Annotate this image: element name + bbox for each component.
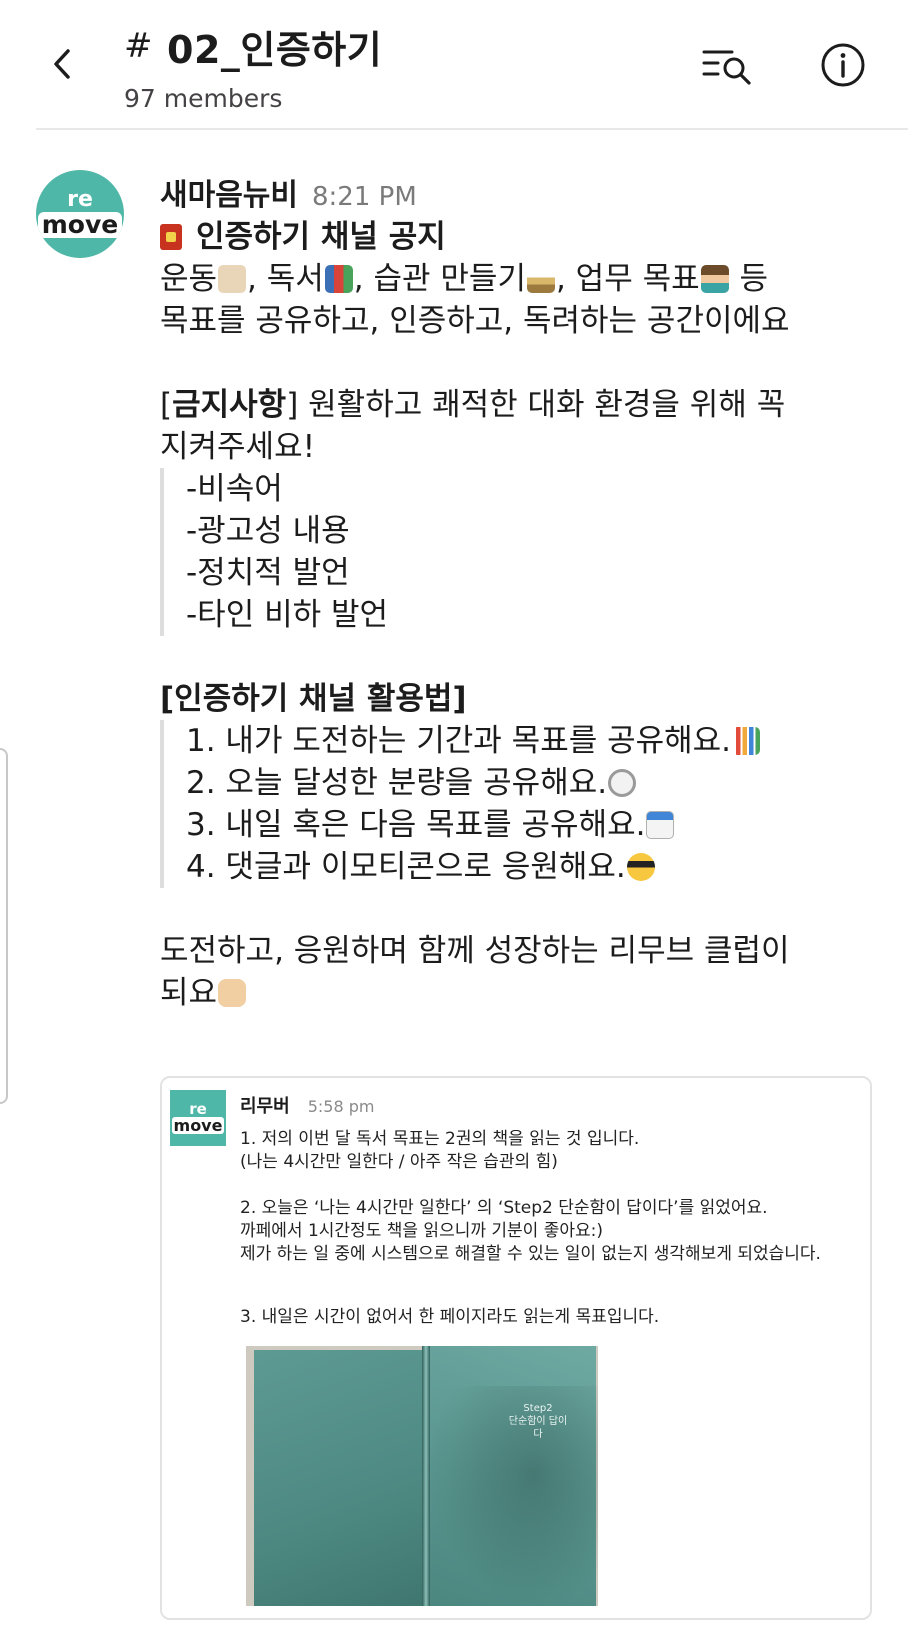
- technologist-emoji-icon: [700, 265, 729, 293]
- rules-quote-block: -비속어 -광고성 내용 -정치적 발언 -타인 비하 발언: [160, 468, 880, 636]
- attachment-line: 1. 저의 이번 달 독서 목표는 2권의 책을 읽는 것 입니다.: [240, 1129, 640, 1149]
- calendar-emoji-icon: [646, 811, 675, 839]
- channel-title-area[interactable]: # 02_인증하기 97 members: [124, 20, 382, 113]
- message-text: 인증하기 채널 공지 운동 , 독서 , 습관 만들기 , 업무 목표 등 목표를 공…: [160, 216, 880, 1014]
- rules-bracket: [: [160, 387, 173, 423]
- back-chevron-icon: [54, 49, 70, 79]
- attachment-line: 3. 내일은 시간이 없어서 한 페이지라도 읽는게 목표입니다.: [240, 1307, 660, 1327]
- channel-name: 02_인증하기: [167, 27, 383, 72]
- attachment-line: 2. 오늘은 ‘나는 4시간만 일한다’ 의 ‘Step2 단순함이 답이다’를…: [240, 1198, 768, 1218]
- rules-item: -정치적 발언: [186, 555, 350, 591]
- rules-heading-line-2: 지켜주세요!: [160, 429, 316, 465]
- message-author[interactable]: 새마음뉴비: [160, 170, 298, 214]
- message-timestamp: 8:21 PM: [312, 182, 417, 212]
- usage-item-text: 1. 내가 도전하는 기간과 목표를 공유해요.: [186, 723, 732, 759]
- closing-text: 되요: [160, 975, 218, 1011]
- attachment-text: 1. 저의 이번 달 독서 목표는 2권의 책을 읽는 것 입니다. (나는 4…: [240, 1128, 860, 1329]
- attachment-line: 제가 하는 일 중에 시스템으로 해결할 수 있는 일이 없는지 생각해보게 되…: [240, 1244, 821, 1264]
- attachment-line: (나는 4시간만 일한다 / 아주 작은 습관의 힘): [240, 1152, 558, 1172]
- attachment-avatar-bottom: move: [171, 1116, 225, 1135]
- header-divider: [36, 128, 908, 130]
- intro-reading: , 독서: [247, 261, 324, 297]
- message[interactable]: 새마음뉴비 8:21 PM 인증하기 채널 공지 운동 , 독서 , 습관 만들기,…: [160, 170, 880, 1014]
- book-photo: Step2 단순함이 답이다: [246, 1346, 598, 1606]
- closing-line-2: 되요: [160, 972, 880, 1014]
- book-left-page: [254, 1350, 426, 1606]
- channel-hash: #: [124, 26, 153, 66]
- usage-item-text: 4. 댓글과 이모티콘으로 응원해요.: [186, 849, 626, 885]
- rules-heading: [금지사항] 원활하고 쾌적한 대화 환경을 위해 꼭: [160, 384, 880, 426]
- notice-board-icon: [160, 224, 182, 250]
- usage-item-text: 2. 오늘 달성한 분량을 공유해요.: [186, 765, 608, 801]
- attachment-line: 까페에서 1시간정도 책을 읽으니까 기분이 좋아요:): [240, 1221, 603, 1241]
- attached-image[interactable]: re move 리무버 5:58 pm 1. 저의 이번 달 독서 목표는 2권…: [160, 1076, 872, 1620]
- intro-habit: , 습관 만들기: [353, 261, 526, 297]
- avatar-text-bottom: move: [37, 212, 123, 238]
- usage-item: 3. 내일 혹은 다음 목표를 공유해요.: [186, 804, 880, 846]
- attachment-header: 리무버 5:58 pm: [240, 1092, 374, 1118]
- avatar[interactable]: re move: [36, 170, 124, 258]
- intro-line-1: 운동 , 독서 , 습관 만들기 , 업무 목표 등: [160, 258, 880, 300]
- book-step-label: Step2: [523, 1403, 553, 1414]
- bed-emoji-icon: [526, 265, 555, 293]
- rules-heading-bold: 금지사항: [172, 387, 287, 423]
- channel-title[interactable]: # 02_인증하기: [124, 20, 382, 72]
- channel-info-button[interactable]: [818, 40, 868, 90]
- usage-item: 4. 댓글과 이모티콘으로 응원해요.: [186, 846, 880, 888]
- intro-line-2: 목표를 공유하고, 인증하고, 독려하는 공간이에요: [160, 303, 790, 339]
- attachment-avatar: re move: [170, 1090, 226, 1146]
- attachment-time: 5:58 pm: [307, 1097, 375, 1116]
- search-in-channel-icon: [702, 50, 751, 85]
- intro-etc: 등: [729, 261, 768, 297]
- back-button[interactable]: [40, 42, 84, 86]
- usage-item: 1. 내가 도전하는 기간과 목표를 공유해요.: [186, 720, 880, 762]
- books-emoji-icon: [324, 265, 353, 293]
- intro-exercise: 운동: [160, 261, 218, 297]
- usage-heading: [인증하기 채널 활용법]: [160, 681, 467, 717]
- usage-item-text: 3. 내일 혹은 다음 목표를 공유해요.: [186, 807, 646, 843]
- member-count[interactable]: 97 members: [124, 84, 382, 113]
- rules-item: -비속어: [186, 471, 283, 507]
- sunglasses-face-emoji-icon: [626, 853, 655, 881]
- usage-item: 2. 오늘 달성한 분량을 공유해요.: [186, 762, 880, 804]
- closing-line-1: 도전하고, 응원하며 함께 성장하는 리무브 클럽이: [160, 933, 790, 969]
- rules-heading-rest: ] 원활하고 쾌적한 대화 환경을 위해 꼭: [286, 387, 786, 423]
- rules-item: -광고성 내용: [186, 513, 350, 549]
- alarm-clock-emoji-icon: [608, 769, 637, 797]
- notice-title-text: 인증하기 채널 공지: [196, 219, 446, 255]
- side-scroll-edge: [0, 748, 8, 1104]
- channel-header: # 02_인증하기 97 members: [0, 0, 908, 126]
- notice-title: 인증하기 채널 공지: [160, 216, 880, 258]
- info-icon: [821, 43, 865, 87]
- attachment-author: 리무버: [240, 1096, 290, 1117]
- rock-on-hand-emoji-icon: [218, 979, 247, 1007]
- attachment-avatar-top: re: [189, 1100, 207, 1118]
- rules-item: -타인 비하 발언: [186, 597, 389, 633]
- book-right-page-text: Step2 단순함이 답이다: [508, 1402, 568, 1441]
- weightlifter-emoji-icon: [218, 265, 247, 293]
- avatar-text-top: re: [67, 187, 93, 212]
- message-header: 새마음뉴비 8:21 PM: [160, 170, 880, 216]
- book-chapter-title: 단순함이 답이다: [508, 1416, 568, 1440]
- usage-quote-block: 1. 내가 도전하는 기간과 목표를 공유해요. 2. 오늘 달성한 분량을 공…: [160, 720, 880, 888]
- intro-work: , 업무 목표: [555, 261, 700, 297]
- bar-chart-emoji-icon: [732, 727, 761, 755]
- search-in-channel-button[interactable]: [700, 44, 756, 88]
